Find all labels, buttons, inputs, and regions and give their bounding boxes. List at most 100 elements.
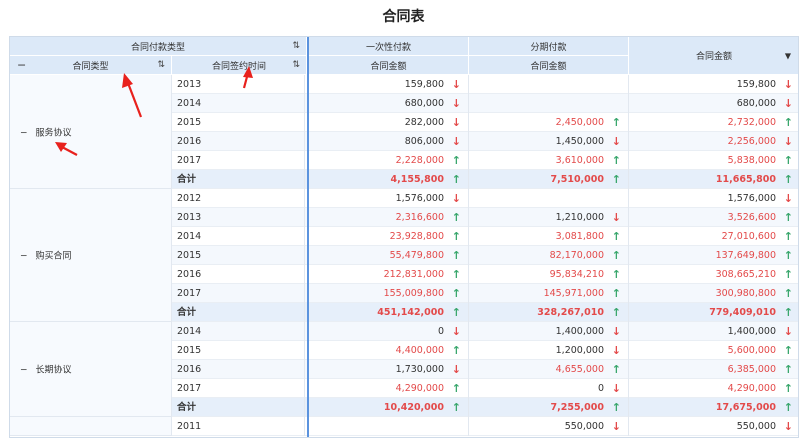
- arrow-up-icon: ↑: [611, 401, 621, 414]
- amount-value: 680,000: [736, 98, 776, 109]
- column-subheader[interactable]: 合同金额: [309, 56, 469, 75]
- amount-cell: 23,928,800 ↑: [307, 227, 469, 246]
- column-group-label: 一次性付款: [365, 42, 411, 53]
- column-header-lump-sum[interactable]: 一次性付款: [309, 37, 469, 56]
- amount-value: 145,971,000: [543, 288, 604, 299]
- table-row[interactable]: 2017 2,228,000 ↑ 3,610,000 ↑ 5,838,000 ↑: [172, 151, 798, 170]
- dimension-header-contract-type[interactable]: − 合同类型 ⇅: [10, 56, 172, 75]
- row-group-label[interactable]: − 服务协议: [20, 125, 72, 138]
- row-group[interactable]: − 服务协议: [10, 75, 172, 189]
- minus-icon[interactable]: −: [17, 59, 26, 72]
- amount-cell: 451,142,000 ↑: [307, 303, 469, 322]
- table-row[interactable]: 2015 4,400,000 ↑ 1,200,000 ↓ 5,600,000 ↑: [172, 341, 798, 360]
- subtotal-row[interactable]: 合计 4,155,800 ↑ 7,510,000 ↑ 11,665,800 ↑: [172, 170, 798, 189]
- year-cell: 2017: [175, 379, 305, 398]
- amount-value: 1,576,000: [727, 193, 776, 204]
- year-cell: 2012: [175, 189, 305, 208]
- amount-value: 1,400,000: [727, 326, 776, 337]
- amount-cell: [307, 417, 469, 436]
- arrow-up-icon: ↑: [783, 268, 793, 281]
- table-row[interactable]: 2014 680,000 ↓ 680,000 ↓: [172, 94, 798, 113]
- amount-value: 95,834,210: [549, 269, 604, 280]
- table-row[interactable]: 2016 212,831,000 ↑ 95,834,210 ↑ 308,665,210 ↑: [172, 265, 798, 284]
- amount-value: 5,600,000: [727, 345, 776, 356]
- table-row[interactable]: 2014 0 ↓ 1,400,000 ↓ 1,400,000 ↓: [172, 322, 798, 341]
- contract-type-label: 购买合同: [35, 251, 72, 262]
- arrow-up-icon: ↑: [783, 287, 793, 300]
- amount-cell: 282,000 ↓: [307, 113, 469, 132]
- row-group[interactable]: [10, 417, 172, 436]
- amount-cell: 3,526,600 ↑: [629, 208, 798, 227]
- arrow-up-icon: ↑: [783, 363, 793, 376]
- arrow-up-icon: ↑: [611, 306, 621, 319]
- amount-value: 3,610,000: [555, 155, 604, 166]
- table-row[interactable]: 2015 55,479,800 ↑ 82,170,000 ↑ 137,649,800 ↑: [172, 246, 798, 265]
- row-dimension-header[interactable]: 合同付款类型 ⇅: [10, 37, 307, 56]
- arrow-up-icon: ↑: [451, 382, 461, 395]
- amount-cell: 7,255,000 ↑: [469, 398, 629, 417]
- amount-value: 779,409,010: [709, 307, 776, 318]
- arrow-down-icon: ↓: [783, 78, 793, 91]
- amount-value: 3,526,600: [727, 212, 776, 223]
- amount-cell: 1,400,000 ↓: [629, 322, 798, 341]
- arrow-down-icon: ↓: [783, 325, 793, 338]
- row-group[interactable]: − 长期协议: [10, 322, 172, 417]
- row-group-label[interactable]: − 购买合同: [20, 249, 72, 262]
- amount-cell: 550,000 ↓: [629, 417, 798, 436]
- row-group-label[interactable]: − 长期协议: [20, 363, 72, 376]
- column-subheader[interactable]: 合同金额: [469, 56, 629, 75]
- table-row[interactable]: 2016 806,000 ↓ 1,450,000 ↓ 2,256,000 ↓: [172, 132, 798, 151]
- column-total-label: 合同金额: [695, 52, 732, 62]
- amount-cell: 0 ↓: [469, 379, 629, 398]
- column-header-installment[interactable]: 分期付款: [469, 37, 629, 56]
- arrow-down-icon: ↓: [783, 192, 793, 205]
- year-cell: 2016: [175, 265, 305, 284]
- amount-cell: 145,971,000 ↑: [469, 284, 629, 303]
- table-row[interactable]: 2013 2,316,600 ↑ 1,210,000 ↓ 3,526,600 ↑: [172, 208, 798, 227]
- amount-value: 55,479,800: [389, 250, 444, 261]
- subtotal-row[interactable]: 合计 10,420,000 ↑ 7,255,000 ↑ 17,675,000 ↑: [172, 398, 798, 417]
- minus-icon[interactable]: −: [20, 366, 28, 376]
- amount-cell: 1,576,000 ↓: [307, 189, 469, 208]
- amount-value: 159,800: [736, 79, 776, 90]
- year-cell: 2014: [175, 322, 305, 341]
- table-row[interactable]: 2016 1,730,000 ↓ 4,655,000 ↑ 6,385,000 ↑: [172, 360, 798, 379]
- amount-cell: 1,200,000 ↓: [469, 341, 629, 360]
- subtotal-row[interactable]: 合计 451,142,000 ↑ 328,267,010 ↑ 779,409,010 ↑: [172, 303, 798, 322]
- column-header-total[interactable]: 合同金额 ▼: [629, 37, 798, 75]
- table-row[interactable]: 2017 4,290,000 ↑ 0 ↓ 4,290,000 ↑: [172, 379, 798, 398]
- table-row[interactable]: 2012 1,576,000 ↓ 1,576,000 ↓: [172, 189, 798, 208]
- amount-cell: 4,155,800 ↑: [307, 170, 469, 189]
- table-row[interactable]: 2017 155,009,800 ↑ 145,971,000 ↑ 300,980,800 ↑: [172, 284, 798, 303]
- dimension-header-sign-date[interactable]: 合同签约时间 ⇅: [172, 56, 307, 75]
- table-row[interactable]: 2013 159,800 ↓ 159,800 ↓: [172, 75, 798, 94]
- table-row[interactable]: 2015 282,000 ↓ 2,450,000 ↑ 2,732,000 ↑: [172, 113, 798, 132]
- sort-icon[interactable]: ⇅: [292, 60, 300, 70]
- page-title: 合同表: [382, 9, 425, 25]
- table-row[interactable]: 2014 23,928,800 ↑ 3,081,800 ↑ 27,010,600 ↑: [172, 227, 798, 246]
- amount-value: 1,730,000: [395, 364, 444, 375]
- year-cell: 合计: [175, 398, 305, 417]
- sort-icon[interactable]: ⇅: [292, 41, 300, 51]
- row-group[interactable]: − 购买合同: [10, 189, 172, 322]
- arrow-up-icon: ↑: [611, 173, 621, 186]
- arrow-up-icon: ↑: [451, 344, 461, 357]
- table-row[interactable]: 2011 550,000 ↓ 550,000 ↓: [172, 417, 798, 436]
- amount-cell: 4,290,000 ↑: [629, 379, 798, 398]
- caret-down-icon[interactable]: ▼: [785, 51, 791, 60]
- amount-cell: 4,400,000 ↑: [307, 341, 469, 360]
- arrow-up-icon: ↑: [611, 230, 621, 243]
- arrow-up-icon: ↑: [611, 154, 621, 167]
- minus-icon[interactable]: −: [20, 128, 28, 138]
- amount-cell: 550,000 ↓: [469, 417, 629, 436]
- amount-value: 212,831,000: [383, 269, 444, 280]
- minus-icon[interactable]: −: [20, 252, 28, 262]
- arrow-down-icon: ↓: [451, 192, 461, 205]
- sort-icon[interactable]: ⇅: [157, 60, 165, 70]
- amount-value: 300,980,800: [715, 288, 776, 299]
- arrow-down-icon: ↓: [611, 325, 621, 338]
- arrow-up-icon: ↑: [451, 249, 461, 262]
- year-cell: 2016: [175, 360, 305, 379]
- amount-cell: 137,649,800 ↑: [629, 246, 798, 265]
- amount-cell: 2,450,000 ↑: [469, 113, 629, 132]
